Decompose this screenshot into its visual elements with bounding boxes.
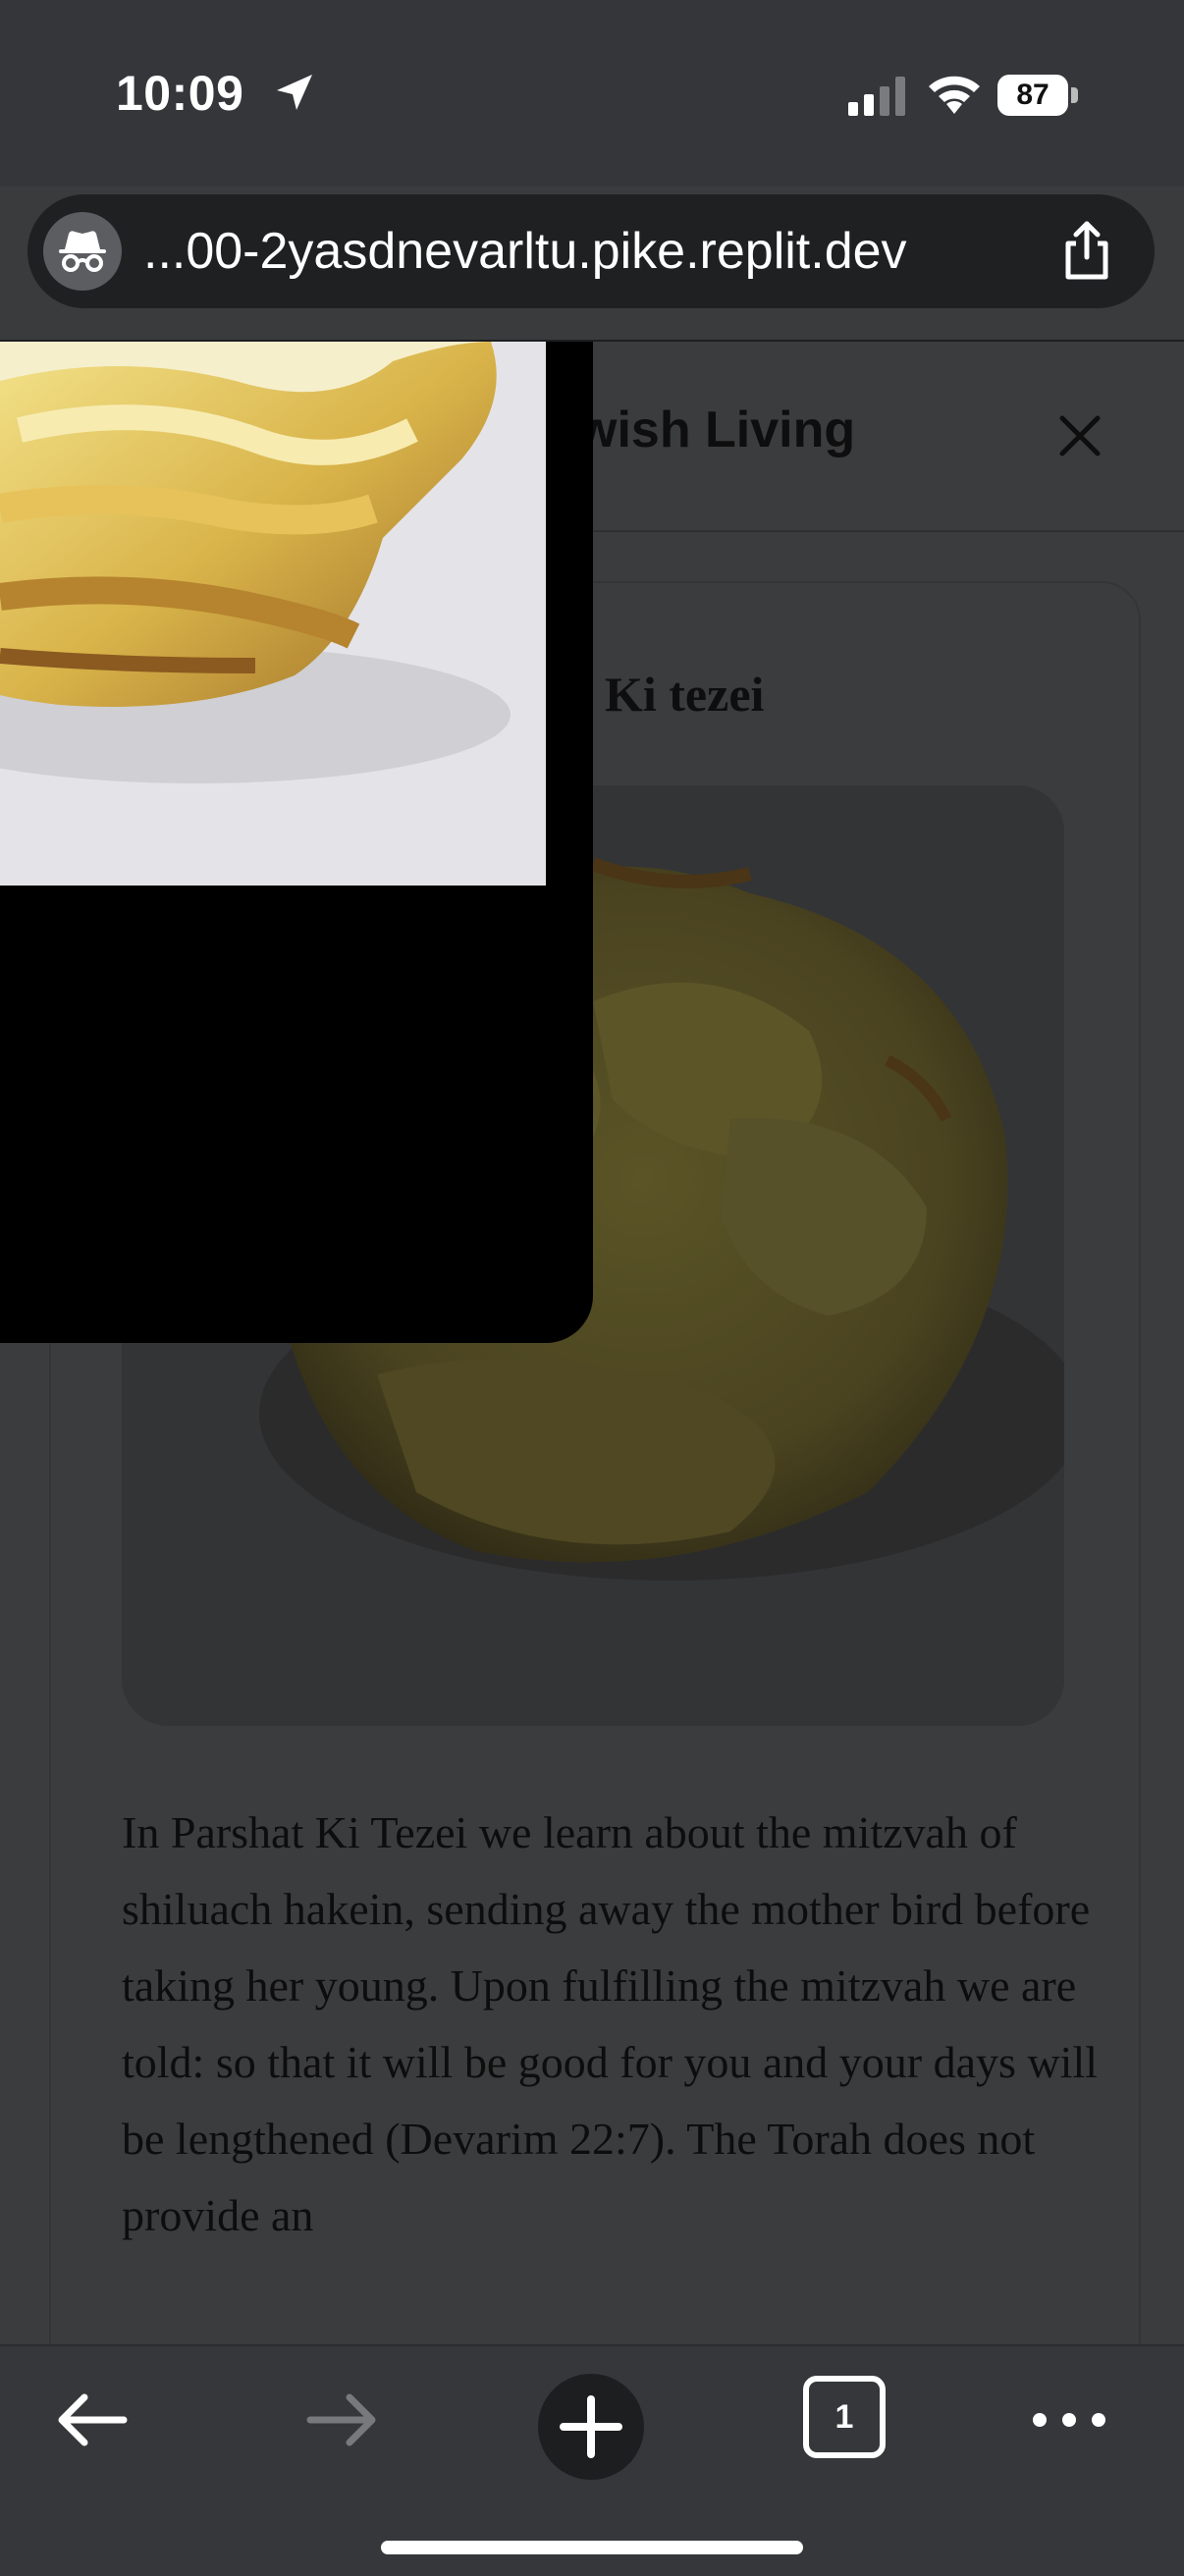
url-text[interactable]: ...00-2yasdnevarltu.pike.replit.dev <box>143 222 907 281</box>
close-icon[interactable] <box>1052 408 1107 463</box>
status-time: 10:09 <box>116 66 244 121</box>
location-arrow-icon <box>277 75 312 110</box>
battery-icon: 87 <box>997 75 1078 118</box>
battery-level: 87 <box>1016 79 1049 111</box>
tab-count: 1 <box>834 2398 854 2436</box>
status-bar: 10:09 87 <box>0 0 1184 187</box>
wifi-icon <box>929 76 980 114</box>
incognito-icon[interactable] <box>43 212 122 291</box>
image-preview-popup[interactable] <box>0 342 593 1343</box>
page-header-title: wish Living <box>577 402 856 458</box>
popup-photo <box>0 342 546 886</box>
signal-icon <box>848 77 905 116</box>
article-body-text: In Parshat Ki Tezei we learn about the m… <box>122 1807 1099 2240</box>
tabs-icon[interactable]: 1 <box>803 2376 886 2458</box>
new-tab-icon <box>560 2395 622 2458</box>
back-arrow-icon[interactable] <box>49 2376 137 2464</box>
more-icon[interactable] <box>1025 2376 1113 2464</box>
home-indicator[interactable] <box>381 2541 803 2554</box>
forward-arrow-icon[interactable] <box>296 2376 385 2464</box>
card-title: Ki tezei <box>605 667 765 722</box>
challah-bread-image <box>0 342 546 886</box>
share-icon[interactable] <box>1054 218 1119 283</box>
new-tab-button[interactable] <box>538 2374 644 2480</box>
url-bar[interactable]: ...00-2yasdnevarltu.pike.replit.dev <box>27 194 1155 308</box>
